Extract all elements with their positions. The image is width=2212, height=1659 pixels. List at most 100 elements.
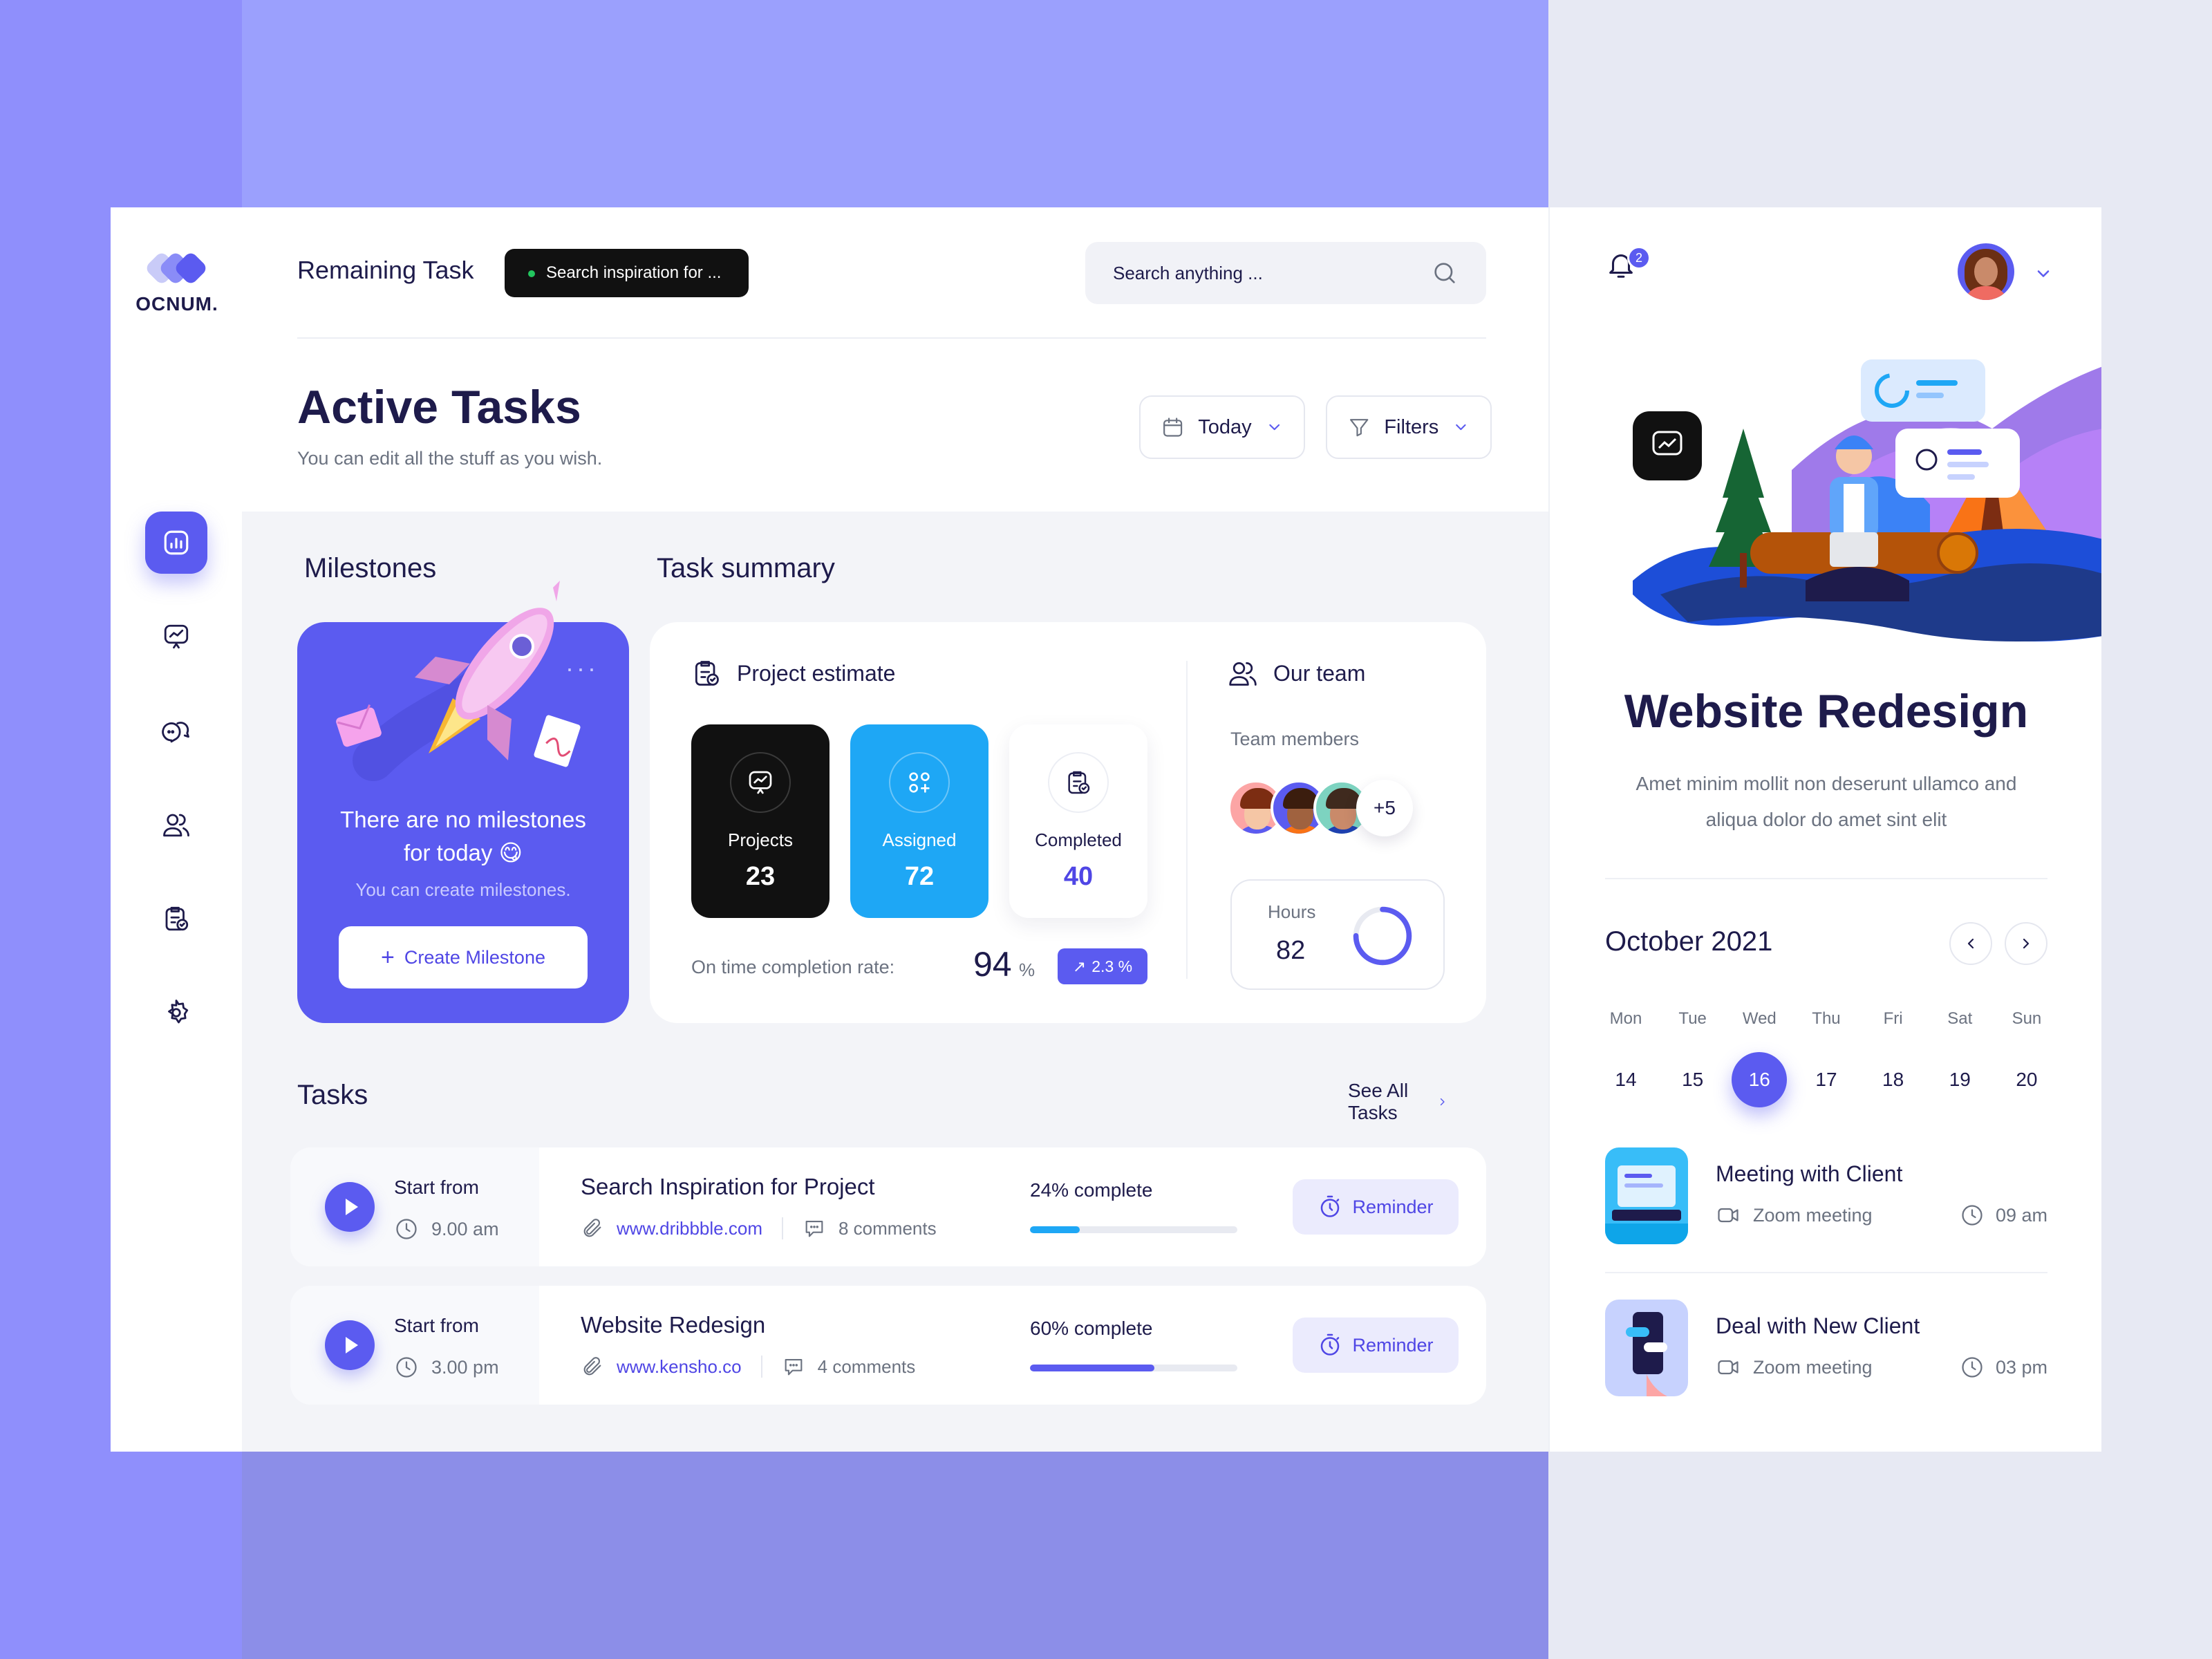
stat-label: Completed [1035,830,1122,850]
sidebar-item-settings[interactable] [145,982,207,1044]
task-link[interactable]: www.dribbble.com [617,1218,762,1239]
search-input[interactable]: Search anything ... [1113,263,1431,284]
day-date[interactable]: 19 [1932,1052,1987,1107]
project-illustration [1633,359,2101,641]
event-divider [1605,1272,2047,1273]
avatar[interactable] [1958,243,2014,300]
calendar-next-button[interactable] [2005,922,2047,965]
task-row[interactable]: Start from 3.00 pm Website Redesign www.… [290,1286,1486,1405]
project-estimate-header: Project estimate [691,658,895,688]
remaining-task-label[interactable]: Remaining Task [297,256,474,285]
calendar-day[interactable]: Sat 19 [1932,1009,1987,1107]
sidebar-item-chat[interactable] [145,700,207,762]
create-milestone-label: Create Milestone [404,946,545,968]
play-button[interactable] [325,1182,375,1232]
event-time: 03 pm [1960,1355,2047,1380]
team-avatars[interactable]: +5 [1228,780,1413,836]
hours-label: Hours [1268,901,1316,922]
chevron-down-icon[interactable] [2034,264,2053,283]
day-date[interactable]: 20 [1999,1052,2054,1107]
see-all-tasks-link[interactable]: See All Tasks [1348,1080,1448,1124]
start-label: Start from [394,1177,479,1198]
calendar-day[interactable]: Fri 18 [1866,1009,1921,1107]
start-label: Start from [394,1315,479,1336]
task-link[interactable]: www.kensho.co [617,1356,742,1378]
completion-change-badge: ↗ 2.3 % [1058,948,1147,984]
calendar-day[interactable]: Thu 17 [1799,1009,1854,1107]
more-options-icon[interactable]: ··· [565,654,599,683]
task-meta: www.kensho.co 4 comments [581,1355,915,1378]
stat-projects[interactable]: Projects 23 [691,724,830,918]
day-date[interactable]: 15 [1665,1052,1721,1107]
clock-icon [1962,1205,1983,1226]
day-date-selected[interactable]: 16 [1732,1052,1788,1107]
event-time-value: 09 am [1995,1204,2047,1226]
day-name: Fri [1883,1009,1903,1028]
stopwatch-icon [1321,1333,1340,1356]
search-icon[interactable] [1431,259,1459,287]
chevron-down-icon [1268,424,1280,431]
day-date[interactable]: 17 [1799,1052,1854,1107]
calendar-day[interactable]: Tue 15 [1665,1009,1721,1107]
stat-completed[interactable]: Completed 40 [1009,724,1147,918]
team-more-count[interactable]: +5 [1356,780,1413,836]
calendar-prev-button[interactable] [1949,922,1992,965]
sidebar-item-presentation[interactable] [145,606,207,668]
stat-assigned[interactable]: Assigned 72 [850,724,988,918]
task-comments[interactable]: 4 comments [818,1356,916,1378]
task-name[interactable]: Website Redesign [581,1312,765,1338]
project-description: Amet minim mollit non deserunt ullamco a… [1635,773,2017,830]
task-row[interactable]: Start from 9.00 am Search Inspiration fo… [290,1147,1486,1266]
day-name: Thu [1812,1009,1841,1028]
paperclip-icon [583,1219,601,1237]
day-date[interactable]: 14 [1598,1052,1653,1107]
create-milestone-button[interactable]: + Create Milestone [339,926,588,988]
reminder-button[interactable]: Reminder [1293,1179,1459,1235]
filters-label: Filters [1384,415,1439,438]
task-name[interactable]: Search Inspiration for Project [581,1174,875,1200]
event-thumbnail [1605,1147,1688,1244]
sidebar-nav [111,512,242,1044]
event-time: 09 am [1960,1203,2047,1228]
calendar-day[interactable]: Mon 14 [1598,1009,1653,1107]
reminder-button[interactable]: Reminder [1293,1318,1459,1373]
day-date[interactable]: 18 [1866,1052,1921,1107]
sidebar-item-users[interactable] [145,794,207,856]
reminder-label: Reminder [1352,1334,1434,1356]
filter-icon [1349,419,1369,437]
right-panel: 2 Website Redesign Amet minim mollit non… [1548,207,2101,1452]
date-filter-dropdown[interactable]: Today [1139,395,1305,459]
panel-divider [1605,878,2047,879]
start-time-value: 9.00 am [431,1218,499,1239]
project-title: Website Redesign [1624,685,2029,738]
event-title: Deal with New Client [1716,1313,1920,1338]
event-item[interactable]: Deal with New Client Zoom meeting 03 pm [1605,1300,2047,1396]
chevron-right-icon [1440,1098,1445,1106]
calendar-day[interactable]: Sun 20 [1999,1009,2054,1107]
logo[interactable]: OCNUM. [135,249,218,315]
users-icon [1229,662,1257,686]
task-comments[interactable]: 8 comments [838,1218,937,1239]
hours-value: 82 [1276,936,1306,965]
event-item[interactable]: Meeting with Client Zoom meeting 09 am [1605,1147,2047,1244]
calendar-day[interactable]: Wed 16 [1732,1009,1788,1107]
filters-dropdown[interactable]: Filters [1326,395,1492,459]
chevron-left-icon [1967,938,1974,949]
sidebar-item-tasks[interactable] [145,888,207,950]
main-header: Remaining Task Search inspiration for ..… [242,207,1548,512]
event-time-value: 03 pm [1995,1356,2047,1378]
main-content: Remaining Task Search inspiration for ..… [242,207,1548,1452]
date-filter-label: Today [1198,415,1252,438]
search-bar[interactable]: Search anything ... [1085,242,1486,304]
task-summary-card: Project estimate Projects 23 Assigned 72 [650,622,1486,1023]
hours-card: Hours 82 [1230,879,1445,990]
calendar-icon [1163,418,1183,437]
notifications-button[interactable]: 2 [1605,246,1651,290]
milestones-empty-line1: There are no milestones [340,807,586,832]
milestones-card: ··· There are no milestones for today 😋 … [297,581,629,1023]
task-meta: www.dribbble.com 8 comments [581,1217,937,1240]
event-meta: Zoom meeting [1716,1355,1873,1380]
event-title: Meeting with Client [1716,1161,1903,1186]
sidebar-item-dashboard[interactable] [145,512,207,574]
play-button[interactable] [325,1320,375,1370]
